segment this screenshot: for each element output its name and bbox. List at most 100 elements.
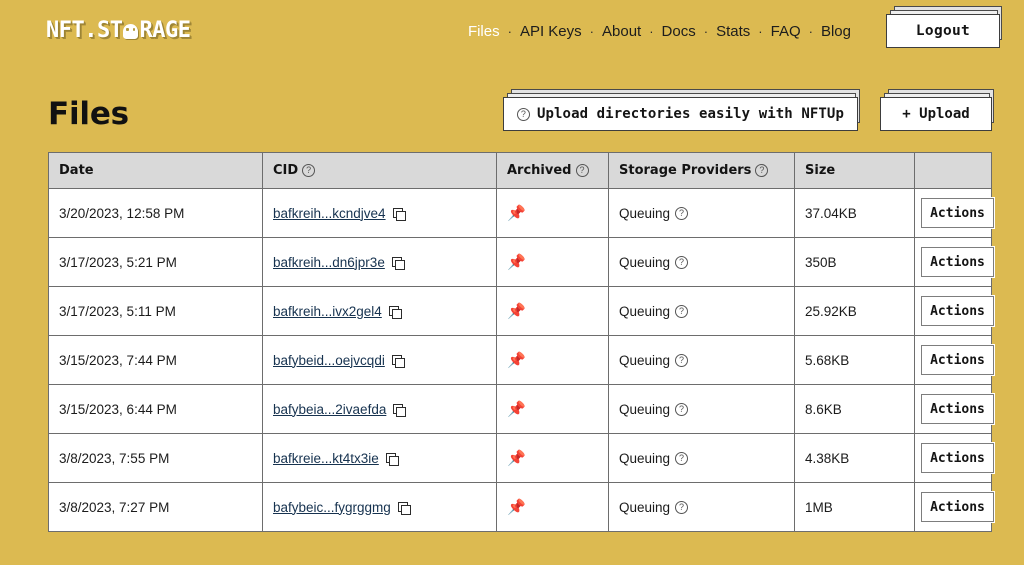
upload-button-face[interactable]: + Upload [880, 97, 992, 131]
cell-cid: bafybeia...2ivaefda [262, 384, 497, 434]
cell-size: 5.68KB [794, 335, 915, 385]
help-icon[interactable]: ? [302, 164, 316, 177]
pushpin-icon: 📌 [507, 204, 526, 222]
main-nav: Files · API Keys · About · Docs · Stats … [467, 23, 852, 40]
help-icon[interactable]: ? [675, 305, 689, 319]
help-icon[interactable]: ? [675, 354, 689, 368]
cell-archived: 📌 [496, 286, 609, 336]
cell-archived: 📌 [496, 237, 609, 287]
copy-icon[interactable] [393, 403, 407, 417]
nav-item-about[interactable]: About [601, 23, 642, 40]
storage-provider-status: Queuing [619, 303, 671, 319]
column-header-archived-label: Archived [507, 163, 572, 178]
help-icon[interactable]: ? [675, 256, 689, 270]
nftup-promo-button-face[interactable]: ? Upload directories easily with NFTUp [502, 97, 858, 131]
actions-button[interactable]: Actions [921, 247, 994, 277]
table-row: 3/8/2023, 7:27 PM bafybeic...fygrggmg 📌 … [48, 482, 994, 532]
cid-link[interactable]: bafkreih...dn6jpr3e [273, 255, 385, 270]
actions-button[interactable]: Actions [921, 198, 994, 228]
pushpin-icon: 📌 [507, 351, 526, 369]
page-title: Files [48, 96, 129, 132]
nav-item-docs[interactable]: Docs [661, 23, 697, 40]
cell-archived: 📌 [496, 433, 609, 483]
copy-icon[interactable] [391, 256, 405, 270]
storage-provider-status: Queuing [619, 401, 671, 417]
cell-size: 25.92KB [794, 286, 915, 336]
cid-link[interactable]: bafkreih...kcndjve4 [273, 206, 386, 221]
help-icon[interactable]: ? [675, 501, 689, 515]
logout-button-label: Logout [915, 23, 971, 39]
cell-archived: 📌 [496, 335, 609, 385]
nftup-promo-label: Upload directories easily with NFTUp [536, 106, 844, 122]
cid-link[interactable]: bafkreih...ivx2gel4 [273, 304, 382, 319]
table-row: 3/17/2023, 5:21 PM bafkreih...dn6jpr3e 📌… [48, 237, 994, 287]
cid-link[interactable]: bafybeid...oejvcqdi [273, 353, 385, 368]
nav-separator: · [758, 23, 763, 39]
actions-button[interactable]: Actions [921, 296, 994, 326]
actions-button[interactable]: Actions [921, 345, 994, 375]
table-row: 3/15/2023, 6:44 PM bafybeia...2ivaefda 📌… [48, 384, 994, 434]
actions-button[interactable]: Actions [921, 492, 994, 522]
files-table-head: Date CID? Archived? Storage Providers? S… [48, 152, 992, 189]
copy-icon[interactable] [391, 354, 405, 368]
brand-suffix: RAGE [139, 18, 191, 43]
upload-button[interactable]: + Upload [880, 89, 994, 131]
copy-icon[interactable] [397, 501, 411, 515]
column-header-size: Size [794, 152, 915, 189]
nav-separator: · [589, 23, 594, 39]
brand-prefix: NFT.ST [46, 18, 123, 43]
help-icon[interactable]: ? [575, 164, 589, 177]
storage-provider-status: Queuing [619, 352, 671, 368]
cell-date: 3/15/2023, 7:44 PM [48, 335, 263, 385]
cell-size: 1MB [794, 482, 915, 532]
cid-link[interactable]: bafybeic...fygrggmg [273, 500, 391, 515]
pushpin-icon: 📌 [507, 498, 526, 516]
cell-cid: bafkreih...kcndjve4 [262, 188, 497, 238]
help-icon[interactable]: ? [675, 207, 689, 221]
column-header-date: Date [48, 152, 263, 189]
cell-archived: 📌 [496, 188, 609, 238]
cid-link[interactable]: bafybeia...2ivaefda [273, 402, 386, 417]
copy-icon[interactable] [385, 452, 399, 466]
cell-cid: bafybeic...fygrggmg [262, 482, 497, 532]
column-header-actions [914, 152, 992, 189]
storage-provider-status: Queuing [619, 450, 671, 466]
help-icon[interactable]: ? [675, 403, 689, 417]
brand-logo[interactable]: NFT.ST RAGE [46, 18, 191, 43]
cell-archived: 📌 [496, 384, 609, 434]
nav-item-stats[interactable]: Stats [715, 23, 751, 40]
actions-button[interactable]: Actions [921, 394, 994, 424]
actions-button[interactable]: Actions [921, 443, 994, 473]
cell-actions: Actions [914, 286, 994, 336]
nav-separator: · [808, 23, 813, 39]
logout-button[interactable]: Logout [886, 6, 1002, 48]
column-header-storage-providers-label: Storage Providers [619, 163, 752, 178]
storage-provider-status: Queuing [619, 254, 671, 270]
nav-item-faq[interactable]: FAQ [770, 23, 802, 40]
table-row: 3/17/2023, 5:11 PM bafkreih...ivx2gel4 📌… [48, 286, 994, 336]
table-row: 3/8/2023, 7:55 PM bafkreie...kt4tx3ie 📌 … [48, 433, 994, 483]
copy-icon[interactable] [388, 305, 402, 319]
logout-button-face[interactable]: Logout [886, 14, 1000, 48]
storage-provider-status: Queuing [619, 499, 671, 515]
cell-cid: bafkreih...dn6jpr3e [262, 237, 497, 287]
help-icon[interactable]: ? [675, 452, 689, 466]
nav-item-api-keys[interactable]: API Keys [519, 23, 583, 40]
nftup-promo-button[interactable]: ? Upload directories easily with NFTUp [502, 89, 861, 131]
cell-archived: 📌 [496, 482, 609, 532]
column-header-storage-providers: Storage Providers? [608, 152, 795, 189]
cell-actions: Actions [914, 482, 994, 532]
cid-link[interactable]: bafkreie...kt4tx3ie [273, 451, 379, 466]
nav-item-blog[interactable]: Blog [820, 23, 852, 40]
help-icon: ? [516, 107, 530, 121]
cell-storage-provider: Queuing? [608, 286, 795, 336]
upload-button-label: + Upload [902, 106, 970, 122]
cell-storage-provider: Queuing? [608, 433, 795, 483]
nav-item-files[interactable]: Files [467, 23, 501, 40]
cell-size: 350B [794, 237, 915, 287]
cell-storage-provider: Queuing? [608, 188, 795, 238]
help-icon[interactable]: ? [755, 164, 769, 177]
pushpin-icon: 📌 [507, 449, 526, 467]
copy-icon[interactable] [392, 207, 406, 221]
cell-size: 8.6KB [794, 384, 915, 434]
